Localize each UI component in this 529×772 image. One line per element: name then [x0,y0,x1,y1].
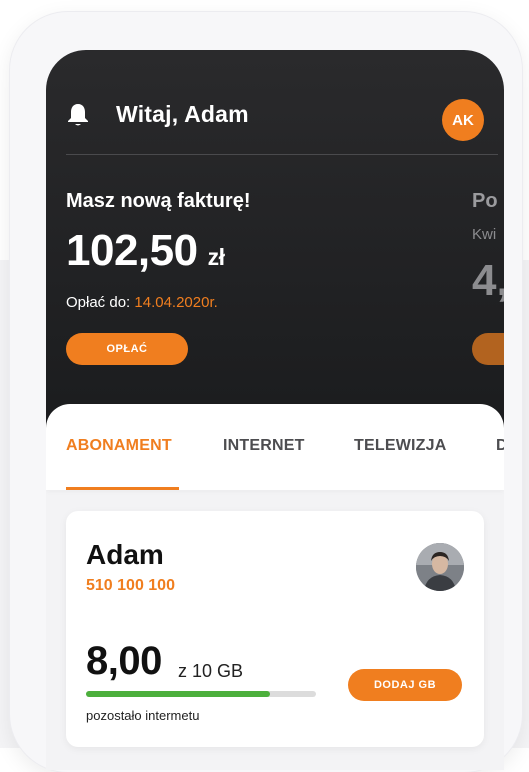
add-gb-button[interactable]: DODAJ GB [348,669,462,701]
active-tab-indicator [66,487,179,490]
invoice-currency: zł [207,244,225,270]
next-card-subtitle: Kwi [472,226,497,243]
data-limit: z 10 GB [178,661,244,681]
next-card-amount: 4, [472,256,504,305]
due-date: 14.04.2020r. [134,294,218,311]
dashboard-header: Witaj, Adam AK Masz nową fakturę! 102,50… [46,50,504,430]
data-caption: pozostało intermetu [86,708,200,723]
greeting-text: Witaj, Adam [116,101,249,127]
tab-telewizja[interactable]: TELEWIZJA [354,437,446,455]
user-photo[interactable] [416,543,464,591]
due-date-row: Opłać do: 14.04.2020r. [66,294,218,311]
pay-button[interactable]: OPŁAĆ [66,333,188,365]
invoice-amount: 102,50 zł [66,226,225,276]
app-screen: Witaj, Adam AK Masz nową fakturę! 102,50… [46,50,504,770]
due-label: Opłać do: [66,294,131,311]
tab-next[interactable]: D [496,437,504,455]
bell-icon[interactable] [66,102,90,128]
tab-internet[interactable]: INTERNET [223,437,305,455]
tab-abonament[interactable]: ABONAMENT [66,437,172,455]
invoice-amount-value: 102,50 [66,226,198,275]
service-tabs: ABONAMENT INTERNET TELEWIZJA D [46,404,504,490]
next-card-button[interactable] [472,333,504,365]
data-usage-bar [86,691,316,697]
remaining-data-amount: 8,00 [86,639,162,683]
account-avatar[interactable]: AK [442,99,484,141]
next-card-title: Po [472,190,498,212]
data-usage-fill [86,691,270,697]
phone-frame: Witaj, Adam AK Masz nową fakturę! 102,50… [10,12,522,772]
phone-number: 510 100 100 [86,577,175,594]
phone-line-card[interactable]: Adam 510 100 100 8,00 z 10 GB pozostało … [66,511,484,747]
line-owner-name: Adam [86,539,164,570]
invoice-title: Masz nową fakturę! [66,190,251,212]
header-divider [66,154,498,155]
